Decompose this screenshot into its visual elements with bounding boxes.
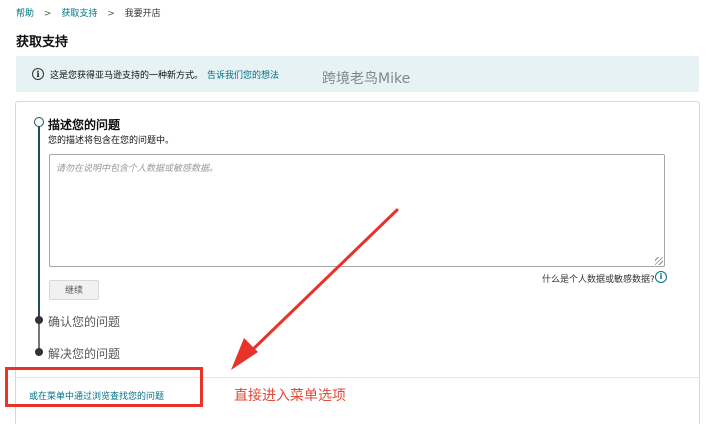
input-placeholder: 请勿在说明中包含个人数据或敏感数据。 [56, 164, 219, 174]
watermark: 跨境老鸟Mike [322, 71, 411, 87]
step-active-indicator [34, 117, 44, 127]
step-pending-indicator [35, 348, 43, 356]
continue-button[interactable]: 继续 [49, 280, 99, 300]
breadcrumb-separator: > [107, 9, 115, 19]
step-pending-indicator [35, 316, 43, 324]
breadcrumb-help[interactable]: 帮助 [16, 9, 34, 19]
step-resolve-title[interactable]: 解决您的问题 [48, 345, 120, 362]
breadcrumb-separator: > [43, 9, 52, 19]
issue-description-input[interactable]: 请勿在说明中包含个人数据或敏感数据。 [49, 154, 665, 267]
step-describe-title: 描述您的问题 [48, 118, 121, 132]
page-title: 获取支持 [16, 35, 69, 50]
banner-message: 这是您获得亚马逊支持的一种新方式。 告诉我们您的想法 [50, 68, 279, 81]
breadcrumb: 帮助 > 获取支持 > 我要开店 [16, 6, 161, 19]
annotation-highlight-box [5, 367, 203, 407]
annotation-text: 直接进入菜单选项 [234, 388, 346, 404]
stepper-line [38, 126, 40, 320]
feedback-link[interactable]: 告诉我们您的想法 [207, 71, 279, 81]
breadcrumb-get-support[interactable]: 获取支持 [61, 9, 97, 19]
info-icon: i [32, 68, 44, 80]
privacy-help-text: 什么是个人数据或敏感数据? [542, 275, 655, 285]
resize-handle-icon[interactable] [655, 257, 663, 265]
step-confirm-title[interactable]: 确认您的问题 [48, 313, 120, 330]
banner-text: 这是您获得亚马逊支持的一种新方式。 [50, 71, 204, 81]
info-icon[interactable]: i [655, 271, 667, 283]
breadcrumb-current: 我要开店 [124, 9, 161, 19]
step-describe-description: 您的描述将包含在您的问题中。 [48, 136, 175, 146]
